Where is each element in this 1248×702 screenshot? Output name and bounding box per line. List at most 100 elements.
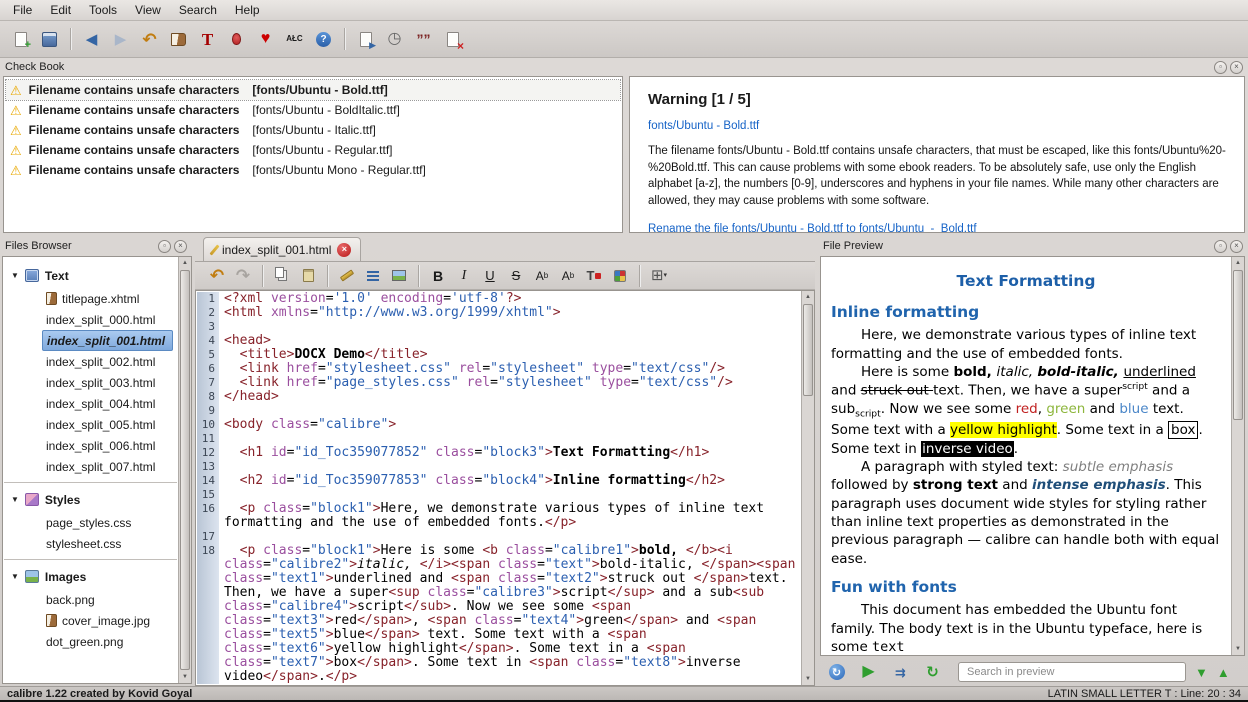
insert-image-icon[interactable] — [387, 264, 411, 288]
italic-icon[interactable]: I — [452, 264, 476, 288]
files-scrollbar[interactable]: ▲ ▼ — [178, 257, 191, 683]
paste-icon[interactable] — [296, 264, 320, 288]
file-item[interactable]: index_split_004.html — [42, 393, 162, 414]
beautify-icon[interactable] — [361, 264, 385, 288]
underline-icon[interactable]: U — [478, 264, 502, 288]
undo-icon[interactable]: ↶ — [205, 264, 229, 288]
code-text: <h1 id="id_Toc359077852" class="block3">… — [219, 446, 800, 460]
code-line: 12 <h1 id="id_Toc359077852" class="block… — [197, 446, 800, 460]
scroll-thumb[interactable] — [180, 270, 190, 670]
toolbar-separator — [262, 265, 263, 287]
category-row-images[interactable]: ▼Images — [4, 564, 177, 589]
remove-unused-icon[interactable]: × — [439, 26, 466, 53]
menu-search[interactable]: Search — [170, 1, 226, 19]
scroll-up-icon[interactable]: ▲ — [1232, 257, 1244, 269]
forward-icon[interactable]: ▶ — [107, 26, 134, 53]
code-line: 16 <p class="block1">Here, we demonstrat… — [197, 502, 800, 530]
reload-preview-icon[interactable]: ↻ — [919, 659, 946, 686]
sync-position-icon[interactable]: ⇉ — [887, 659, 914, 686]
run-preview-icon[interactable]: ▶ — [855, 659, 882, 686]
file-item[interactable]: page_styles.css — [42, 512, 138, 533]
file-item[interactable]: cover_image.jpg — [42, 610, 157, 631]
scroll-down-icon[interactable]: ▼ — [179, 671, 191, 683]
category-row-text[interactable]: ▼Text — [4, 263, 177, 288]
file-item[interactable]: back.png — [42, 589, 102, 610]
redo-icon[interactable]: ↷ — [231, 264, 255, 288]
check-issue-row[interactable]: ⚠Filename contains unsafe characters[fon… — [6, 160, 620, 180]
menu-edit[interactable]: Edit — [41, 1, 80, 19]
find-next-icon[interactable]: ▼ — [1195, 665, 1208, 680]
subscript-icon[interactable]: Ab — [556, 264, 580, 288]
find-previous-icon[interactable]: ▲ — [1217, 665, 1230, 680]
strikethrough-icon[interactable]: S — [504, 264, 528, 288]
insert-table-icon[interactable]: ⊞▾ — [647, 264, 671, 288]
text-color-icon[interactable]: T — [582, 264, 606, 288]
copy-icon[interactable] — [270, 264, 294, 288]
bold-icon[interactable]: B — [426, 264, 450, 288]
undo-icon[interactable]: ↶ — [136, 26, 163, 53]
file-item[interactable]: index_split_003.html — [42, 372, 162, 393]
file-item[interactable]: index_split_006.html — [42, 435, 162, 456]
file-item[interactable]: index_split_000.html — [42, 309, 162, 330]
bug-icon[interactable] — [223, 26, 250, 53]
close-panel-icon[interactable]: × — [174, 240, 187, 253]
check-issue-row[interactable]: ⚠Filename contains unsafe characters[fon… — [6, 120, 620, 140]
check-issue-row[interactable]: ⚠Filename contains unsafe characters[fon… — [6, 80, 620, 100]
issue-fix-link[interactable]: Rename the file fonts/Ubuntu - Bold.ttf … — [648, 223, 1226, 233]
close-panel-icon[interactable]: × — [1230, 240, 1243, 253]
superscript-icon[interactable]: Ab — [530, 264, 554, 288]
scroll-thumb[interactable] — [803, 304, 813, 396]
donate-icon[interactable]: ♥ — [252, 26, 279, 53]
preview-scrollbar[interactable]: ▲ ▼ — [1231, 257, 1244, 655]
help-icon[interactable]: ? — [310, 26, 337, 53]
calibre-edit-book-window: FileEditToolsViewSearchHelp +◀▶↶T♥AŁC?▶◷… — [0, 0, 1248, 702]
file-item[interactable]: index_split_002.html — [42, 351, 162, 372]
file-item[interactable]: index_split_001.html — [42, 330, 173, 351]
preview-search-input[interactable] — [958, 662, 1186, 682]
special-characters-icon[interactable]: AŁC — [281, 26, 308, 53]
issue-file-link[interactable]: fonts/Ubuntu - Bold.ttf — [648, 120, 1226, 132]
expander-icon[interactable]: ▼ — [11, 572, 19, 581]
detach-panel-icon[interactable]: ▫ — [1214, 61, 1227, 74]
book-icon — [46, 292, 57, 305]
menu-file[interactable]: File — [4, 1, 41, 19]
history-icon[interactable]: ◷ — [381, 26, 408, 53]
check-book-icon[interactable] — [165, 26, 192, 53]
file-item[interactable]: index_split_005.html — [42, 414, 162, 435]
close-panel-icon[interactable]: × — [1230, 61, 1243, 74]
expander-icon[interactable]: ▼ — [11, 271, 19, 280]
code-editor[interactable]: 1<?xml version='1.0' encoding='utf-8'?>2… — [195, 290, 815, 686]
refresh-preview-icon[interactable]: ↻ — [823, 659, 850, 686]
file-name: index_split_002.html — [46, 355, 155, 369]
scroll-thumb[interactable] — [1233, 270, 1243, 420]
close-tab-icon[interactable]: × — [337, 243, 351, 257]
check-issue-row[interactable]: ⚠Filename contains unsafe characters[fon… — [6, 100, 620, 120]
detach-panel-icon[interactable]: ▫ — [158, 240, 171, 253]
menu-help[interactable]: Help — [226, 1, 269, 19]
check-issue-row[interactable]: ⚠Filename contains unsafe characters[fon… — [6, 140, 620, 160]
scroll-up-icon[interactable]: ▲ — [179, 257, 191, 269]
category-row-styles[interactable]: ▼Styles — [4, 487, 177, 512]
menu-tools[interactable]: Tools — [80, 1, 126, 19]
background-color-icon[interactable] — [608, 264, 632, 288]
menu-view[interactable]: View — [126, 1, 170, 19]
view-icon[interactable]: ▶ — [352, 26, 379, 53]
editor-scrollbar[interactable]: ▲ ▼ — [801, 291, 814, 685]
fix-html-icon[interactable] — [335, 264, 359, 288]
detach-panel-icon[interactable]: ▫ — [1214, 240, 1227, 253]
file-item[interactable]: index_split_007.html — [42, 456, 162, 477]
scroll-down-icon[interactable]: ▼ — [1232, 643, 1244, 655]
file-item[interactable]: titlepage.xhtml — [42, 288, 146, 309]
scroll-down-icon[interactable]: ▼ — [802, 673, 814, 685]
save-icon[interactable] — [36, 26, 63, 53]
font-tool-icon[interactable]: T — [194, 26, 221, 53]
tab-index-split-001[interactable]: index_split_001.html × — [203, 237, 361, 261]
smarten-punctuation-icon[interactable]: ”” — [410, 26, 437, 53]
preview-content[interactable]: Text FormattingInline formattingHere, we… — [822, 259, 1230, 655]
new-file-icon[interactable]: + — [7, 26, 34, 53]
back-icon[interactable]: ◀ — [78, 26, 105, 53]
file-item[interactable]: stylesheet.css — [42, 533, 128, 554]
expander-icon[interactable]: ▼ — [11, 495, 19, 504]
scroll-up-icon[interactable]: ▲ — [802, 291, 814, 303]
file-item[interactable]: dot_green.png — [42, 631, 130, 652]
